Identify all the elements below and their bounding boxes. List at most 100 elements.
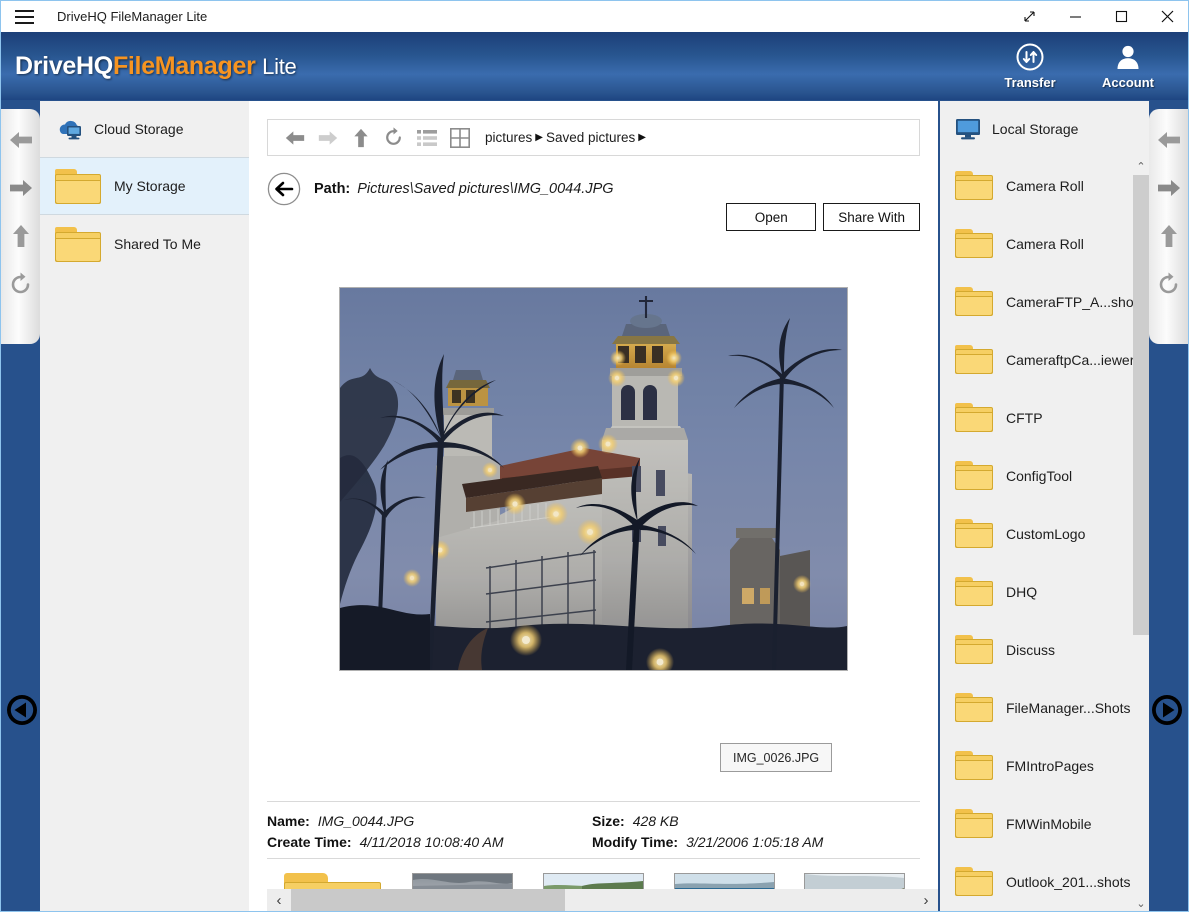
arrow-up-icon xyxy=(351,127,371,149)
local-folder-label: CustomLogo xyxy=(1006,526,1085,542)
arrow-up-icon xyxy=(9,223,33,249)
breadcrumb-segment-pictures[interactable]: pictures xyxy=(485,130,532,145)
local-folder-list: Camera Roll Camera Roll CameraFTP_A...shot… xyxy=(940,157,1149,912)
hamburger-menu-icon[interactable] xyxy=(1,1,47,32)
folder-icon xyxy=(955,171,993,201)
sidebar-item-my-storage[interactable]: My Storage xyxy=(40,157,249,215)
toolbar-forward-button[interactable] xyxy=(311,121,344,154)
file-info-row-1: Name: IMG_0044.JPG Size: 428 KB xyxy=(267,813,920,834)
local-folder-label: FMIntroPages xyxy=(1006,758,1094,774)
local-folder-item[interactable]: Outlook_201...shots xyxy=(940,853,1133,911)
breadcrumb: pictures ▶ Saved pictures ▶ xyxy=(485,130,646,145)
folder-icon xyxy=(955,287,993,317)
local-folder-item[interactable]: CustomLogo xyxy=(940,505,1133,563)
restore-down-icon[interactable] xyxy=(1006,1,1052,32)
local-folder-label: CFTP xyxy=(1006,410,1043,426)
file-name-key: Name: xyxy=(267,813,310,829)
cloud-storage-list: My Storage Shared To Me xyxy=(40,157,249,273)
minimize-icon[interactable] xyxy=(1052,1,1098,32)
local-folder-item[interactable]: Discuss xyxy=(940,621,1133,679)
local-folder-label: CameraFTP_A...shots xyxy=(1006,294,1145,310)
local-folder-label: DHQ xyxy=(1006,584,1037,600)
hscrollbar-track[interactable] xyxy=(291,889,914,911)
local-folder-item[interactable]: CameraFTP_A...shots xyxy=(940,273,1133,331)
open-button[interactable]: Open xyxy=(726,203,816,231)
local-folder-item[interactable]: CameraftpCa...iewer xyxy=(940,331,1133,389)
rail-forward-button[interactable] xyxy=(8,175,34,201)
local-folder-item[interactable]: DHQ xyxy=(940,563,1133,621)
scrollbar-thumb[interactable] xyxy=(1133,175,1149,635)
local-folder-item[interactable]: Camera Roll xyxy=(940,215,1133,273)
right-rail-back-button[interactable] xyxy=(1156,127,1182,153)
folder-icon xyxy=(55,169,101,204)
close-icon[interactable] xyxy=(1144,1,1189,32)
local-folder-label: Discuss xyxy=(1006,642,1055,658)
toolbar-list-view-button[interactable] xyxy=(410,121,443,154)
scroll-right-icon[interactable]: › xyxy=(914,889,938,911)
share-with-button[interactable]: Share With xyxy=(823,203,920,231)
toolbar-up-button[interactable] xyxy=(344,121,377,154)
local-folder-item[interactable]: FMWinMobile xyxy=(940,795,1133,853)
thumbnail-scrollbar[interactable]: ‹ › xyxy=(267,889,938,911)
local-storage-title: Local Storage xyxy=(992,121,1078,137)
thumbnail-tooltip: IMG_0026.JPG xyxy=(720,743,832,772)
folder-icon xyxy=(955,635,993,665)
local-folder-item[interactable]: Camera Roll xyxy=(940,157,1133,215)
account-button[interactable]: Account xyxy=(1090,42,1166,90)
breadcrumb-segment-saved-pictures[interactable]: Saved pictures xyxy=(546,130,635,145)
local-folder-item[interactable]: ConfigTool xyxy=(940,447,1133,505)
cloud-storage-header: Cloud Storage xyxy=(40,101,249,157)
arrow-right-icon xyxy=(8,176,34,200)
brand-part-drivehq: DriveHQ xyxy=(15,52,113,80)
toolbar-refresh-button[interactable] xyxy=(377,121,410,154)
file-modify-time-value: 3/21/2006 1:05:18 AM xyxy=(686,834,823,850)
preview-image[interactable] xyxy=(339,287,848,671)
refresh-icon xyxy=(1156,272,1181,297)
local-folder-item[interactable]: CFTP xyxy=(940,389,1133,447)
file-modify-time-key: Modify Time: xyxy=(592,834,678,850)
breadcrumb-separator-icon: ▶ xyxy=(535,132,543,143)
local-storage-icon xyxy=(954,118,982,140)
arrow-up-icon xyxy=(1157,223,1181,249)
left-nav-rail xyxy=(1,109,40,344)
list-view-icon xyxy=(417,129,437,147)
right-nav-rail xyxy=(1149,109,1188,344)
page-prev-button[interactable] xyxy=(4,692,40,728)
transfer-button[interactable]: Transfer xyxy=(992,42,1068,90)
local-folder-item[interactable]: FileManager...Shots xyxy=(940,679,1133,737)
file-create-time-key: Create Time: xyxy=(267,834,352,850)
scroll-left-icon[interactable]: ‹ xyxy=(267,889,291,911)
rail-up-button[interactable] xyxy=(8,223,34,249)
cloud-storage-title: Cloud Storage xyxy=(94,121,184,137)
transfer-label: Transfer xyxy=(1004,75,1055,90)
circle-left-arrow-icon xyxy=(4,692,40,728)
hscrollbar-thumb[interactable] xyxy=(291,889,565,911)
folder-icon xyxy=(955,577,993,607)
title-bar: DriveHQ FileManager Lite xyxy=(1,1,1189,32)
local-storage-header: Local Storage xyxy=(940,101,1149,157)
local-folder-label: Camera Roll xyxy=(1006,236,1084,252)
local-storage-scrollbar[interactable]: ⌃ ⌄ xyxy=(1133,157,1149,912)
page-next-button[interactable] xyxy=(1149,692,1185,728)
right-rail-refresh-button[interactable] xyxy=(1156,271,1182,297)
rail-refresh-button[interactable] xyxy=(8,271,34,297)
folder-icon xyxy=(955,345,993,375)
path-back-button[interactable] xyxy=(267,172,301,206)
right-rail-up-button[interactable] xyxy=(1156,223,1182,249)
toolbar-grid-view-button[interactable] xyxy=(443,121,476,154)
cloud-storage-panel: Cloud Storage My Storage Shared To Me xyxy=(40,101,249,912)
sidebar-item-shared-to-me[interactable]: Shared To Me xyxy=(40,215,249,273)
circle-back-arrow-icon xyxy=(267,172,301,206)
arrow-right-icon xyxy=(1156,176,1182,200)
image-preview-area xyxy=(249,279,938,679)
file-size-value: 428 KB xyxy=(633,813,679,829)
local-folder-label: FMWinMobile xyxy=(1006,816,1092,832)
maximize-icon[interactable] xyxy=(1098,1,1144,32)
toolbar-back-button[interactable] xyxy=(278,121,311,154)
scroll-down-icon[interactable]: ⌄ xyxy=(1133,894,1149,912)
scroll-up-icon[interactable]: ⌃ xyxy=(1133,157,1149,175)
rail-back-button[interactable] xyxy=(8,127,34,153)
local-folder-item[interactable]: FMIntroPages xyxy=(940,737,1133,795)
file-name-field: Name: IMG_0044.JPG xyxy=(267,813,592,834)
right-rail-forward-button[interactable] xyxy=(1156,175,1182,201)
